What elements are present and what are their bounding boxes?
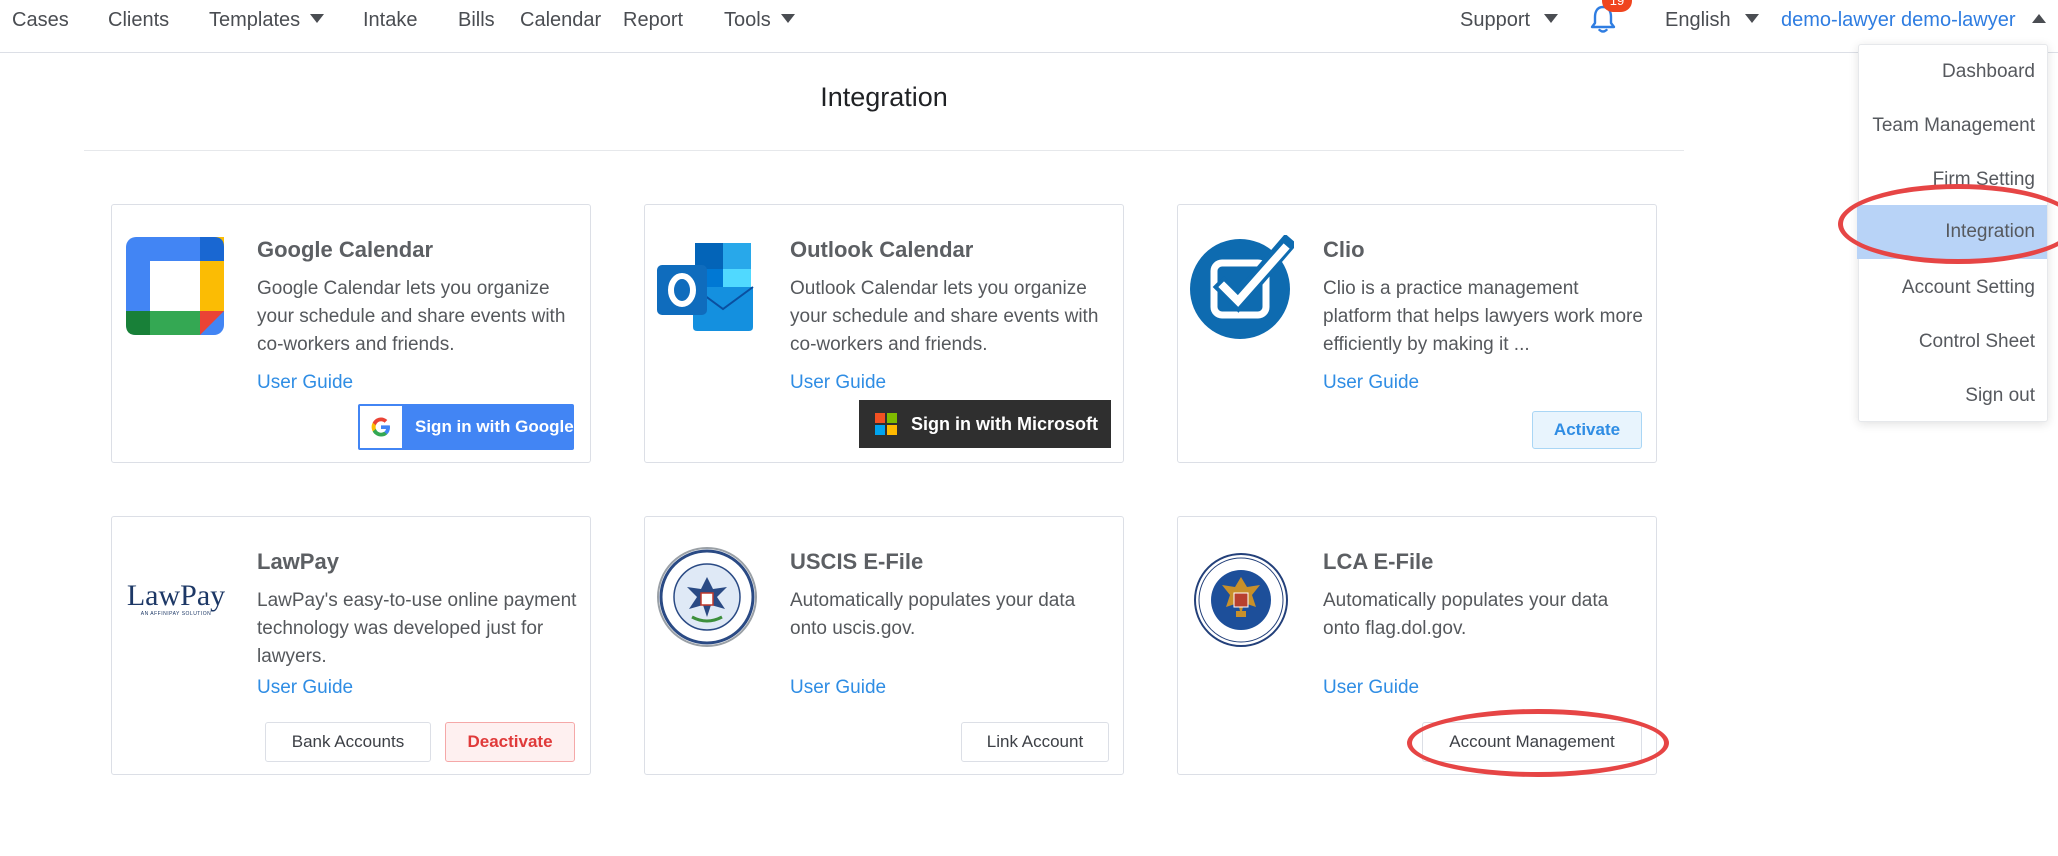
user-dropdown-menu: Dashboard Team Management Firm Setting I… [1857, 44, 2048, 423]
user-menu[interactable]: demo-lawyer demo-lawyer [1781, 0, 2046, 40]
user-guide-link[interactable]: User Guide [1323, 372, 1419, 394]
nav-tools[interactable]: Tools [724, 0, 795, 40]
chevron-down-icon [310, 14, 325, 23]
integration-card-clio: Clio Clio is a practice management platf… [1177, 204, 1657, 463]
integration-card-lca-efile: LCA E-File Automatically populates your … [1177, 516, 1657, 775]
nav-report[interactable]: Report [623, 0, 683, 40]
card-description: Outlook Calendar lets you organize your … [790, 278, 1099, 355]
nav-support[interactable]: Support [1460, 0, 1559, 40]
link-account-button[interactable]: Link Account [961, 722, 1109, 762]
menu-item-integration[interactable]: Integration [1857, 205, 2047, 259]
chevron-up-icon [2031, 14, 2046, 23]
google-g-icon [371, 417, 390, 437]
nav-bills[interactable]: Bills [458, 0, 495, 40]
sign-in-with-microsoft-label: Sign in with Microsoft [911, 414, 1098, 434]
menu-item-account-setting[interactable]: Account Setting [1857, 261, 2047, 315]
menu-item-team-management[interactable]: Team Management [1857, 99, 2047, 153]
integration-card-uscis-efile: USCIS E-File Automatically populates you… [644, 516, 1124, 775]
deactivate-button[interactable]: Deactivate [445, 722, 575, 762]
account-management-button[interactable]: Account Management [1422, 722, 1642, 762]
google-calendar-logo-icon [126, 237, 224, 335]
outlook-logo-icon [657, 243, 754, 331]
dol-seal-icon [1194, 553, 1288, 647]
sign-in-with-google-button[interactable]: Sign in with Google [358, 404, 574, 450]
user-guide-link[interactable]: User Guide [257, 677, 353, 699]
card-description: Automatically populates your data onto f… [1323, 590, 1609, 639]
menu-item-sign-out[interactable]: Sign out [1857, 369, 2047, 423]
page-title: Integration [820, 82, 948, 112]
card-description: Clio is a practice management platform t… [1323, 278, 1643, 355]
nav-cases[interactable]: Cases [12, 0, 69, 40]
title-divider [84, 150, 1684, 151]
user-guide-link[interactable]: User Guide [790, 677, 886, 699]
sign-in-with-google-label: Sign in with Google [415, 417, 574, 436]
user-guide-link[interactable]: User Guide [1323, 677, 1419, 699]
notification-badge: 19 [1602, 0, 1632, 12]
chevron-down-icon [1744, 14, 1759, 23]
clio-logo-icon [1190, 235, 1294, 339]
card-title: Clio [1323, 237, 1365, 262]
card-title: LawPay [257, 549, 339, 574]
integration-card-google-calendar: Google Calendar Google Calendar lets you… [111, 204, 591, 463]
microsoft-logo-icon [875, 413, 897, 435]
activate-button[interactable]: Activate [1532, 411, 1642, 449]
chevron-down-icon [780, 14, 795, 23]
sign-in-with-microsoft-button[interactable]: Sign in with Microsoft [859, 400, 1111, 448]
chevron-down-icon [1544, 14, 1559, 23]
user-name: demo-lawyer demo-lawyer [1781, 9, 2016, 31]
dhs-seal-icon [657, 547, 757, 647]
card-title: Outlook Calendar [790, 237, 974, 262]
integration-card-outlook-calendar: Outlook Calendar Outlook Calendar lets y… [644, 204, 1124, 463]
google-g-icon-box [360, 406, 402, 448]
language-select[interactable]: English [1665, 0, 1759, 40]
nav-support-label: Support [1460, 9, 1531, 31]
card-description: Google Calendar lets you organize your s… [257, 278, 566, 355]
card-title: Google Calendar [257, 237, 434, 262]
nav-templates[interactable]: Templates [209, 0, 325, 40]
language-label: English [1665, 9, 1731, 31]
menu-item-control-sheet[interactable]: Control Sheet [1857, 315, 2047, 369]
top-navbar: Cases Clients Templates Intake Bills Cal… [0, 0, 2058, 53]
menu-item-dashboard[interactable]: Dashboard [1857, 45, 2047, 99]
bank-accounts-button[interactable]: Bank Accounts [265, 722, 431, 762]
card-title: USCIS E-File [790, 549, 924, 574]
nav-calendar[interactable]: Calendar [520, 0, 601, 40]
card-description: LawPay's easy-to-use online payment tech… [257, 590, 577, 667]
card-description: Automatically populates your data onto u… [790, 590, 1076, 639]
user-guide-link[interactable]: User Guide [790, 372, 886, 394]
nav-tools-label: Tools [724, 9, 771, 31]
lawpay-logo: LawPay AN AFFINIPAY SOLUTION [124, 579, 228, 617]
menu-item-firm-setting[interactable]: Firm Setting [1857, 153, 2047, 207]
integration-card-lawpay: LawPay AN AFFINIPAY SOLUTION LawPay LawP… [111, 516, 591, 775]
card-title: LCA E-File [1323, 549, 1434, 574]
nav-clients[interactable]: Clients [108, 0, 169, 40]
lawpay-logo-text: LawPay [126, 579, 226, 612]
user-guide-link[interactable]: User Guide [257, 372, 353, 394]
nav-templates-label: Templates [209, 9, 301, 31]
nav-intake[interactable]: Intake [363, 0, 417, 40]
